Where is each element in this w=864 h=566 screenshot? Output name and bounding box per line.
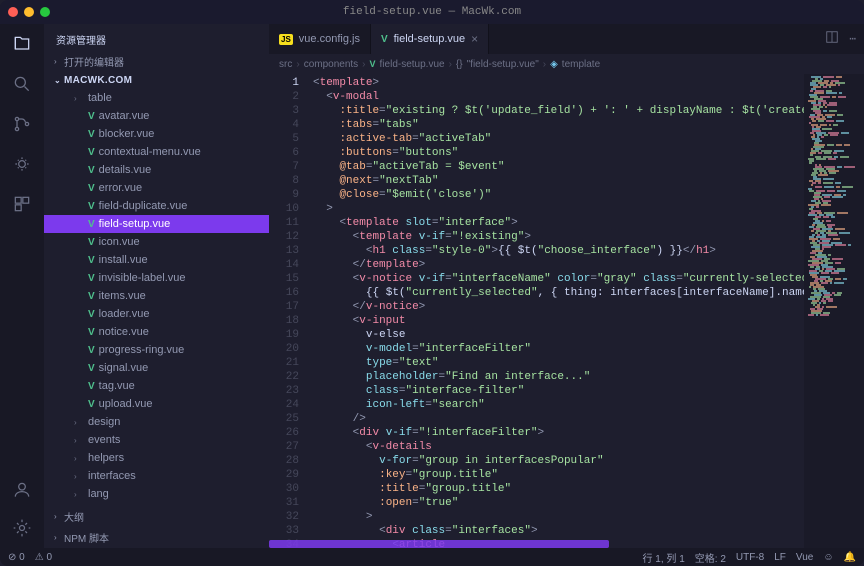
source-control-icon[interactable] (10, 112, 34, 136)
extensions-icon[interactable] (10, 192, 34, 216)
editor-tabs: JS vue.config.js V field-setup.vue × ⋯ (269, 24, 864, 54)
line-numbers: 1234567891011121314151617181920212223242… (269, 74, 313, 548)
vue-icon: V (88, 129, 95, 140)
sidebar-title: 资源管理器 (44, 24, 269, 51)
file-item[interactable]: Vblocker.vue (44, 125, 269, 143)
vue-icon: V (381, 34, 388, 45)
cursor-position[interactable]: 行 1, 列 1 (643, 550, 685, 565)
vue-icon: V (88, 273, 95, 284)
file-item[interactable]: Vcontextual-menu.vue (44, 143, 269, 161)
file-item[interactable]: Vtag.vue (44, 377, 269, 395)
vue-icon: V (88, 201, 95, 212)
vue-icon: V (88, 291, 95, 302)
activity-bar (0, 24, 44, 548)
notifications-icon[interactable]: 🔔 (844, 552, 856, 563)
file-item[interactable]: Vicon.vue (44, 233, 269, 251)
file-item[interactable]: Vloader.vue (44, 305, 269, 323)
debug-icon[interactable] (10, 152, 34, 176)
warnings-count[interactable]: ⚠ 0 (35, 552, 52, 563)
explorer-icon[interactable] (10, 32, 34, 56)
file-item[interactable]: Verror.vue (44, 179, 269, 197)
eol[interactable]: LF (774, 552, 786, 563)
language-mode[interactable]: Vue (796, 552, 813, 563)
tab-field-setup[interactable]: V field-setup.vue × (371, 24, 489, 54)
encoding[interactable]: UTF-8 (736, 552, 764, 563)
vue-icon: V (88, 381, 95, 392)
file-tree: ›tableVavatar.vueVblocker.vueVcontextual… (44, 89, 269, 506)
folder-item[interactable]: ›design (44, 413, 269, 431)
folder-item[interactable]: ›lang (44, 485, 269, 503)
vue-icon: V (88, 147, 95, 158)
folder-item[interactable]: ›interfaces (44, 467, 269, 485)
file-item[interactable]: Vfield-setup.vue (44, 215, 269, 233)
vue-icon: V (88, 345, 95, 356)
vue-icon: V (88, 399, 95, 410)
vue-icon: V (88, 327, 95, 338)
maximize-window-button[interactable] (40, 7, 50, 17)
vue-icon: V (88, 309, 95, 320)
folder-item[interactable]: ›table (44, 89, 269, 107)
breadcrumb[interactable]: src› components› Vfield-setup.vue› {}"fi… (269, 54, 864, 74)
editor[interactable]: 1234567891011121314151617181920212223242… (269, 74, 864, 548)
horizontal-scrollbar[interactable] (269, 540, 609, 548)
vue-icon: V (88, 219, 95, 230)
vue-icon: V (88, 363, 95, 374)
account-icon[interactable] (10, 478, 34, 502)
vue-icon: V (370, 59, 376, 69)
vue-icon: V (88, 111, 95, 122)
search-icon[interactable] (10, 72, 34, 96)
vue-icon: V (88, 165, 95, 176)
minimap[interactable] (804, 74, 864, 548)
folder-item[interactable]: ›helpers (44, 449, 269, 467)
open-editors-section[interactable]: ›打开的编辑器 (44, 51, 269, 72)
vue-icon: V (88, 255, 95, 266)
file-item[interactable]: Vavatar.vue (44, 107, 269, 125)
titlebar: field-setup.vue — MacWk.com (0, 0, 864, 24)
file-item[interactable]: Vsignal.vue (44, 359, 269, 377)
vue-icon: V (88, 183, 95, 194)
workspace-section[interactable]: ⌄MACWK.COM (44, 72, 269, 89)
code-content[interactable]: <template> <v-modal :title="existing ? $… (313, 74, 804, 548)
file-item[interactable]: Vitems.vue (44, 287, 269, 305)
close-window-button[interactable] (8, 7, 18, 17)
file-item[interactable]: Vprogress-ring.vue (44, 341, 269, 359)
file-item[interactable]: Vinstall.vue (44, 251, 269, 269)
file-item[interactable]: Vupload.vue (44, 395, 269, 413)
folder-item[interactable]: ›events (44, 431, 269, 449)
tab-label: vue.config.js (299, 33, 360, 45)
feedback-icon[interactable]: ☺ (823, 552, 833, 563)
more-icon[interactable]: ⋯ (849, 32, 856, 46)
errors-count[interactable]: ⊘ 0 (8, 552, 25, 563)
minimize-window-button[interactable] (24, 7, 34, 17)
tab-label: field-setup.vue (394, 33, 466, 45)
close-icon[interactable]: × (471, 32, 478, 46)
split-editor-icon[interactable] (825, 30, 839, 48)
file-item[interactable]: Vfield-duplicate.vue (44, 197, 269, 215)
outline-section[interactable]: ›大纲 (44, 506, 269, 527)
tab-vue-config[interactable]: JS vue.config.js (269, 24, 371, 54)
statusbar: ⊘ 0 ⚠ 0 行 1, 列 1 空格: 2 UTF-8 LF Vue ☺ 🔔 (0, 548, 864, 566)
file-item[interactable]: Vdetails.vue (44, 161, 269, 179)
js-icon: JS (279, 34, 293, 45)
npm-scripts-section[interactable]: ›NPM 脚本 (44, 527, 269, 548)
settings-icon[interactable] (10, 516, 34, 540)
indent-spaces[interactable]: 空格: 2 (695, 550, 726, 565)
file-item[interactable]: Vinvisible-label.vue (44, 269, 269, 287)
file-item[interactable]: Vnotice.vue (44, 323, 269, 341)
window-title: field-setup.vue — MacWk.com (343, 6, 521, 18)
sidebar: 资源管理器 ›打开的编辑器 ⌄MACWK.COM ›tableVavatar.v… (44, 24, 269, 548)
vue-icon: V (88, 237, 95, 248)
